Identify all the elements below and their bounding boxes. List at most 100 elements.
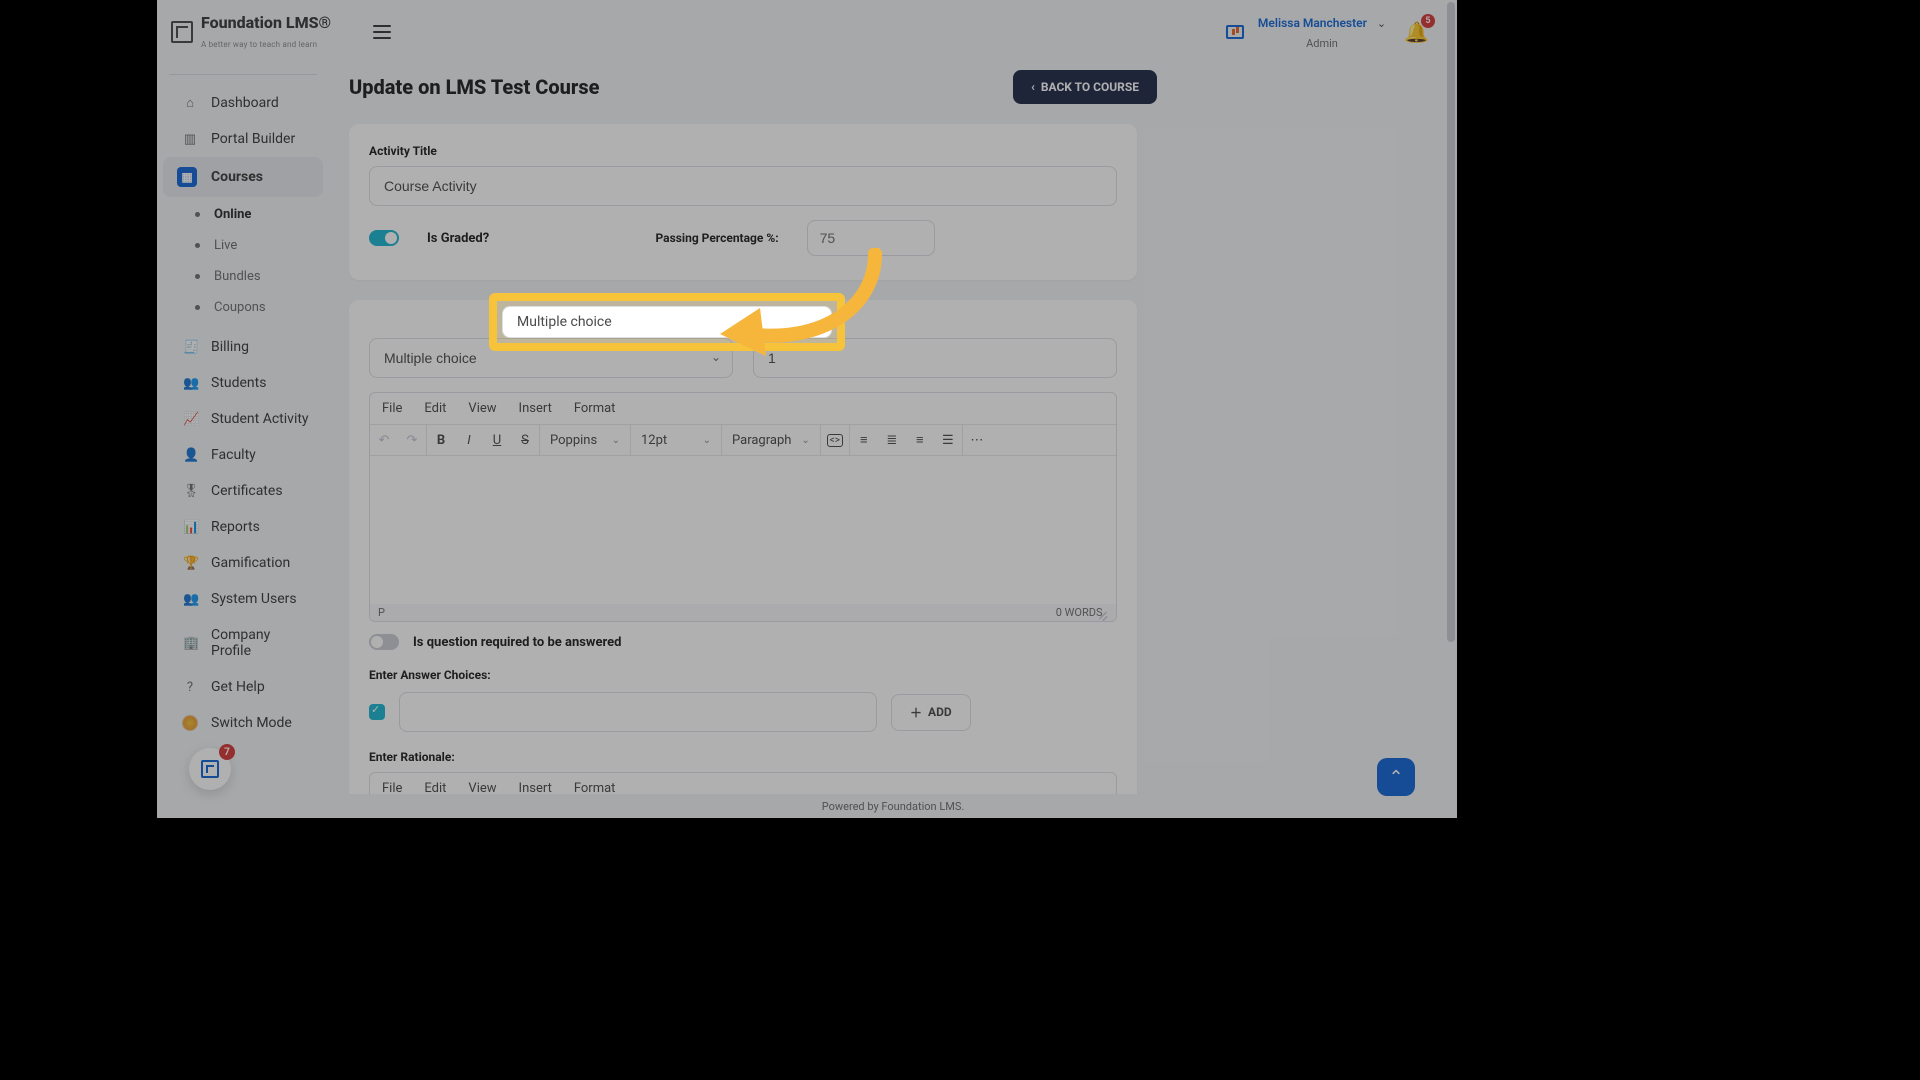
- menu-toggle-icon[interactable]: [373, 25, 391, 39]
- scrollbar-thumb[interactable]: [1447, 2, 1455, 642]
- editor-menu-edit[interactable]: Edit: [424, 781, 446, 794]
- more-icon[interactable]: ⋯: [963, 425, 991, 455]
- is-graded-label: Is Graded?: [427, 231, 489, 246]
- editor-menu-view[interactable]: View: [468, 781, 496, 794]
- sidebar-item-label: Gamification: [211, 555, 290, 571]
- sidebar-item-label: Reports: [211, 519, 260, 535]
- sidebar-item-label: System Users: [211, 591, 297, 607]
- answer-choice-input[interactable]: [399, 692, 877, 732]
- book-icon: ▦: [177, 167, 197, 187]
- font-family-select[interactable]: Poppins⌄: [540, 425, 630, 455]
- sidebar-item-label: Switch Mode: [211, 715, 292, 731]
- editor-menu-format[interactable]: Format: [574, 401, 616, 416]
- file-icon: 🧾: [183, 340, 197, 355]
- notifications-button[interactable]: 🔔 5: [1404, 20, 1429, 44]
- add-label: ADD: [928, 705, 952, 719]
- bold-icon[interactable]: B: [427, 425, 455, 455]
- strike-icon[interactable]: S: [511, 425, 539, 455]
- sidebar-item-company-profile[interactable]: 🏢Company Profile: [163, 617, 323, 669]
- sidebar-item-portal-builder[interactable]: ▥ Portal Builder: [163, 121, 323, 157]
- add-answer-button[interactable]: ＋ADD: [891, 694, 971, 731]
- sidebar-item-courses[interactable]: ▦ Courses: [163, 157, 323, 197]
- sidebar-item-billing[interactable]: 🧾 Billing: [163, 329, 323, 365]
- scroll-top-button[interactable]: ⌃: [1377, 758, 1415, 796]
- editor-body[interactable]: [370, 456, 1116, 604]
- editor-menu-insert[interactable]: Insert: [519, 401, 552, 416]
- sidebar-item-switch-mode[interactable]: Switch Mode: [163, 705, 323, 741]
- sidebar-item-students[interactable]: 👥Students: [163, 365, 323, 401]
- align-justify-icon[interactable]: ☰: [934, 425, 962, 455]
- italic-icon[interactable]: I: [455, 425, 483, 455]
- sidebar-item-label: Portal Builder: [211, 131, 295, 147]
- source-code-icon[interactable]: <>: [821, 425, 849, 455]
- presentation-icon[interactable]: [1226, 25, 1244, 39]
- sidebar-item-certificates[interactable]: 🎖Certificates: [163, 473, 323, 509]
- align-left-icon[interactable]: ≡: [850, 425, 878, 455]
- sidebar-item-label: Billing: [211, 339, 249, 355]
- chevron-up-icon: ⌃: [1388, 767, 1403, 788]
- back-to-course-button[interactable]: ‹ BACK TO COURSE: [1013, 70, 1157, 104]
- sidebar-sub-bundles[interactable]: Bundles: [157, 261, 329, 292]
- editor-menubar[interactable]: File Edit View Insert Format: [370, 393, 1116, 425]
- align-right-icon[interactable]: ≡: [906, 425, 934, 455]
- sidebar-item-reports[interactable]: 📊 Reports: [163, 509, 323, 545]
- answer-correct-checkbox[interactable]: [369, 704, 385, 720]
- editor-menu-file[interactable]: File: [382, 781, 402, 794]
- undo-icon[interactable]: ↶: [370, 425, 398, 455]
- chart-icon: 📊: [183, 520, 197, 535]
- editor-menu-insert[interactable]: Insert: [519, 781, 552, 794]
- question-points-input[interactable]: [753, 338, 1117, 378]
- logo-mark-icon: [171, 21, 193, 43]
- rationale-editor[interactable]: File Edit View Insert Format ↶↷ BIUS Pop…: [369, 772, 1117, 794]
- editor-path: P: [378, 606, 385, 619]
- question-points-label: Question Points:: [753, 316, 1117, 330]
- home-icon: ⌂: [183, 95, 197, 111]
- align-center-icon[interactable]: ≣: [878, 425, 906, 455]
- intercom-launcher[interactable]: 7: [189, 748, 231, 790]
- sidebar-item-student-activity[interactable]: 📈Student Activity: [163, 401, 323, 437]
- editor-menu-edit[interactable]: Edit: [424, 401, 446, 416]
- editor-menubar[interactable]: File Edit View Insert Format: [370, 773, 1116, 794]
- activity-title-input[interactable]: [369, 166, 1117, 206]
- block-format-select[interactable]: Paragraph⌄: [722, 425, 820, 455]
- editor-menu-format[interactable]: Format: [574, 781, 616, 794]
- sidebar-item-label: Courses: [211, 169, 263, 185]
- sidebar-sub-live[interactable]: Live: [157, 230, 329, 261]
- sidebar-item-get-help[interactable]: ? Get Help: [163, 669, 323, 705]
- user-menu[interactable]: Melissa Manchester ⌄ Admin: [1258, 12, 1386, 52]
- sidebar-sub-online[interactable]: Online: [157, 199, 329, 230]
- intercom-badge: 7: [219, 744, 235, 760]
- activity-title-label: Activity Title: [369, 144, 1117, 158]
- sidebar-item-label: Dashboard: [211, 95, 279, 111]
- sidebar-item-faculty[interactable]: 👤Faculty: [163, 437, 323, 473]
- layout-icon: ▥: [183, 132, 197, 147]
- sidebar-item-gamification[interactable]: 🏆Gamification: [163, 545, 323, 581]
- question-required-toggle[interactable]: [369, 634, 399, 650]
- main-content: Update on LMS Test Course ‹ BACK TO COUR…: [329, 64, 1457, 794]
- underline-icon[interactable]: U: [483, 425, 511, 455]
- editor-menu-file[interactable]: File: [382, 401, 402, 416]
- sidebar-item-label: Faculty: [211, 447, 256, 463]
- sidebar-sub-label: Coupons: [214, 300, 266, 315]
- editor-toolbar: ↶↷ BIUS Poppins⌄ 12pt⌄ Paragraph⌄ <> ≡≣≡…: [370, 425, 1116, 456]
- scrollbar-track[interactable]: [1445, 0, 1457, 818]
- page-title: Update on LMS Test Course: [349, 75, 600, 99]
- users-icon: 👥: [183, 376, 197, 391]
- question-type-select[interactable]: [369, 338, 733, 378]
- passing-pct-input[interactable]: [807, 220, 935, 256]
- font-size-select[interactable]: 12pt⌄: [631, 425, 721, 455]
- help-icon: ?: [183, 680, 197, 695]
- is-graded-toggle[interactable]: [369, 230, 399, 246]
- editor-menu-view[interactable]: View: [468, 401, 496, 416]
- redo-icon[interactable]: ↷: [398, 425, 426, 455]
- sidebar-item-dashboard[interactable]: ⌂ Dashboard: [163, 85, 323, 121]
- question-card: Question Type: ⌄ Question Points: Fi: [349, 300, 1137, 794]
- sidebar-sub-label: Live: [214, 238, 237, 253]
- group-icon: 👥: [183, 592, 197, 607]
- sidebar-sub-coupons[interactable]: Coupons: [157, 292, 329, 323]
- footer-text: Powered by Foundation LMS.: [822, 800, 965, 813]
- activity-card: Activity Title Is Graded? Passing Percen…: [349, 124, 1137, 280]
- question-text-editor[interactable]: File Edit View Insert Format ↶↷ BIUS Pop…: [369, 392, 1117, 622]
- sidebar-item-label: Get Help: [211, 679, 265, 695]
- sidebar-item-system-users[interactable]: 👥 System Users: [163, 581, 323, 617]
